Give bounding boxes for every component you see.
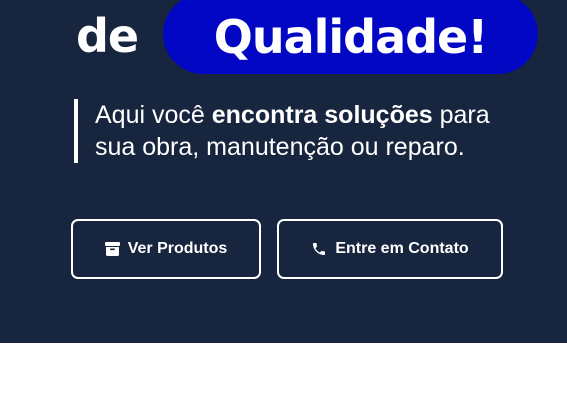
subtitle-text-2: para [432,101,490,129]
headline-highlight: Qualidade! [213,10,489,64]
box-icon [104,242,120,256]
contact-button[interactable]: Entre em Contato [277,219,503,279]
subtitle-line-1: Aqui você encontra soluções para [95,99,490,131]
view-products-label: Ver Produtos [127,240,228,257]
subtitle-bold-text: encontra soluções [211,101,433,129]
subtitle-line-2: sua obra, manutenção ou reparo. [95,133,465,161]
contact-label: Entre em Contato [335,240,469,257]
headline-prefix: de [76,9,139,63]
subtitle-text-1: Aqui você [95,101,212,129]
hero-section: de Qualidade! Aqui você encontra soluçõe… [0,0,567,343]
view-products-button[interactable]: Ver Produtos [71,219,261,279]
hero-subtitle: Aqui você encontra soluções para sua obr… [74,99,490,163]
phone-icon [311,241,327,257]
headline: de [76,0,139,74]
headline-highlight-pill: Qualidade! [163,0,538,74]
